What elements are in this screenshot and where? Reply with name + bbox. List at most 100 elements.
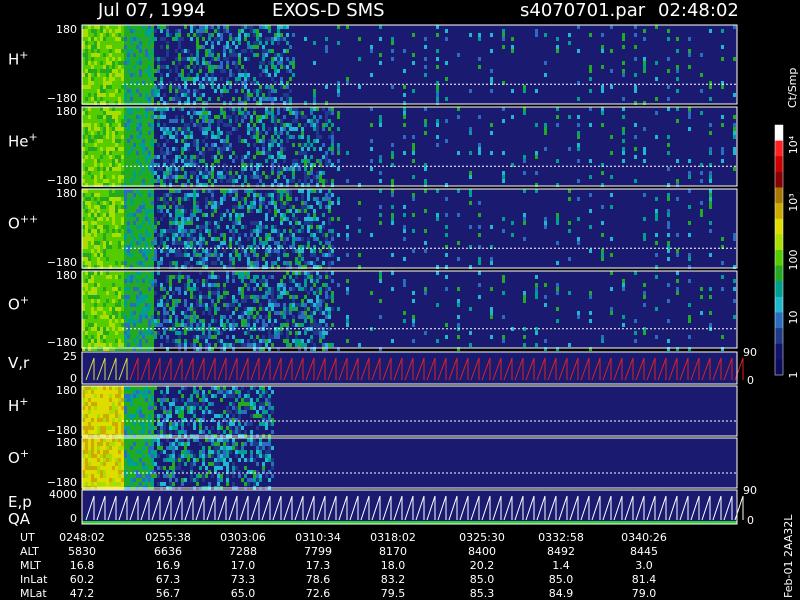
heat-cell xyxy=(151,201,154,205)
heat-cell xyxy=(91,275,94,279)
heat-cell xyxy=(241,167,244,171)
heat-cell xyxy=(106,81,109,85)
heat-cell xyxy=(142,155,145,159)
heat-cell xyxy=(163,85,166,89)
heat-cell xyxy=(283,323,286,327)
heat-cell xyxy=(172,261,175,265)
heat-cell xyxy=(178,45,181,49)
heat-cell xyxy=(145,111,148,115)
heat-cell xyxy=(109,193,112,197)
heat-cell xyxy=(100,279,103,283)
heat-cell xyxy=(139,253,142,257)
heat-cell xyxy=(196,119,199,123)
heat-cell xyxy=(121,315,124,319)
heat-cell xyxy=(313,89,316,93)
heat-cell xyxy=(328,229,331,233)
heat-cell xyxy=(88,77,91,81)
heat-cell xyxy=(217,119,220,123)
heat-cell xyxy=(100,339,103,343)
heat-cell xyxy=(169,85,172,89)
heat-cell xyxy=(268,25,271,29)
heat-cell xyxy=(331,139,334,143)
heat-cell xyxy=(274,225,277,229)
heat-cell xyxy=(139,119,142,123)
heat-cell xyxy=(166,147,169,151)
heat-cell xyxy=(142,225,145,229)
heat-cell xyxy=(211,167,214,171)
heat-cell xyxy=(88,319,91,323)
heat-cell xyxy=(184,291,187,295)
heat-cell xyxy=(391,213,394,217)
heat-cell xyxy=(577,131,580,135)
heat-cell xyxy=(133,311,136,315)
heat-cell xyxy=(589,295,592,299)
heat-cell xyxy=(214,275,217,279)
heat-cell xyxy=(112,327,115,331)
heat-cell xyxy=(259,343,262,347)
heat-cell xyxy=(133,237,136,241)
heat-cell xyxy=(109,115,112,119)
heat-cell xyxy=(151,271,154,275)
heat-cell xyxy=(166,339,169,343)
heat-cell xyxy=(112,189,115,193)
heat-cell xyxy=(256,171,259,175)
heat-cell xyxy=(85,171,88,175)
heat-cell xyxy=(577,237,580,241)
heat-cell xyxy=(139,205,142,209)
heat-cell xyxy=(280,189,283,193)
heat-cell xyxy=(124,331,127,335)
heat-cell xyxy=(280,287,283,291)
heat-cell xyxy=(271,119,274,123)
heat-cell xyxy=(241,205,244,209)
heat-cell xyxy=(280,131,283,135)
heat-cell xyxy=(202,303,205,307)
heat-cell xyxy=(370,49,373,53)
heat-cell xyxy=(127,175,130,179)
heat-cell xyxy=(307,213,310,217)
heat-cell xyxy=(97,69,100,73)
heat-cell xyxy=(295,107,298,111)
heat-cell xyxy=(127,225,130,229)
heat-cell xyxy=(202,159,205,163)
heat-cell xyxy=(103,245,106,249)
heat-cell xyxy=(211,175,214,179)
heat-cell xyxy=(124,65,127,69)
heat-cell xyxy=(403,85,406,89)
heat-cell xyxy=(280,331,283,335)
heat-cell xyxy=(118,217,121,221)
heat-cell xyxy=(700,287,703,291)
heat-cell xyxy=(154,335,157,339)
heat-cell xyxy=(274,319,277,323)
heat-cell xyxy=(190,217,193,221)
heat-cell xyxy=(112,299,115,303)
heat-cell xyxy=(307,175,310,179)
heat-cell xyxy=(121,197,124,201)
heat-cell xyxy=(151,73,154,77)
heat-cell xyxy=(121,217,124,221)
heat-cell xyxy=(283,291,286,295)
heat-cell xyxy=(184,159,187,163)
heat-cell xyxy=(250,335,253,339)
heat-cell xyxy=(667,225,670,229)
heat-cell xyxy=(535,151,538,155)
heat-cell xyxy=(112,151,115,155)
heat-cell xyxy=(118,85,121,89)
heat-cell xyxy=(295,283,298,287)
heat-cell xyxy=(295,343,298,347)
heat-cell xyxy=(121,25,124,29)
heat-cell xyxy=(139,73,142,77)
heat-cell xyxy=(127,275,130,279)
heat-cell xyxy=(244,167,247,171)
heat-cell xyxy=(241,111,244,115)
heat-cell xyxy=(244,49,247,53)
heat-cell xyxy=(220,65,223,69)
heat-cell xyxy=(217,37,220,41)
heat-cell xyxy=(91,205,94,209)
heat-cell xyxy=(202,323,205,327)
heat-cell xyxy=(253,323,256,327)
heat-cell xyxy=(688,159,691,163)
heat-cell xyxy=(247,41,250,45)
heat-cell xyxy=(229,115,232,119)
heat-cell xyxy=(436,85,439,89)
heat-cell xyxy=(232,41,235,45)
